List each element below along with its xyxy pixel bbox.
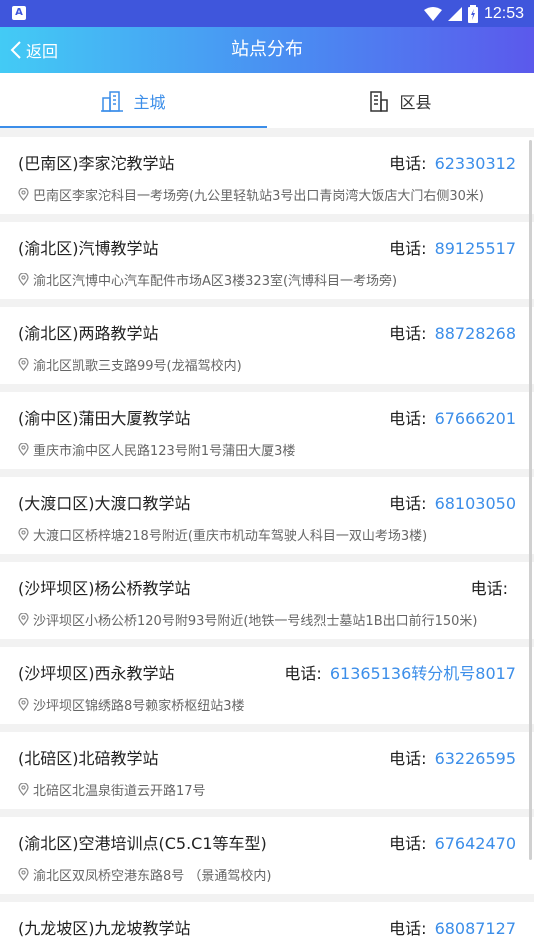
phone-label: 电话:: [284, 664, 322, 683]
station-name: (沙坪坝区)西永教学站: [18, 664, 175, 683]
phone-label: 电话:: [389, 494, 427, 513]
phone-label: 电话:: [389, 919, 427, 938]
page-title: 站点分布: [231, 39, 303, 60]
location-pin-icon: [18, 528, 29, 541]
phone-number[interactable]: 68087127: [435, 919, 516, 938]
station-card[interactable]: (大渡口区)大渡口教学站 电话: 68103050 大渡口区桥梓塘218号附近(重…: [0, 477, 534, 554]
station-address: 渝北区汽博中心汽车配件市场A区3楼323室(汽博科目一考场旁): [18, 270, 397, 289]
phone-number[interactable]: 63226595: [435, 749, 516, 768]
phone-number[interactable]: 62330312: [435, 154, 516, 173]
nav-bar: 返回 站点分布: [0, 27, 534, 73]
phone-label: 电话:: [389, 834, 427, 853]
station-card[interactable]: (九龙坡区)九龙坡教学站 电话: 68087127: [0, 902, 534, 950]
phone-label: 电话:: [470, 579, 508, 598]
location-pin-icon: [18, 698, 29, 711]
station-address: 渝北区双凤桥空港东路8号 （景通驾校内): [18, 865, 271, 884]
address-text: 沙评坝区小杨公桥120号附93号附近(地铁一号线烈士墓站1B出口前行150米): [33, 614, 478, 629]
scrollbar[interactable]: [529, 140, 532, 860]
station-phone[interactable]: 电话: 62330312: [389, 150, 516, 174]
station-phone[interactable]: 电话: 68087127: [389, 915, 516, 939]
phone-number[interactable]: 89125517: [435, 239, 516, 258]
location-pin-icon: [18, 358, 29, 371]
station-name: (沙坪坝区)杨公桥教学站: [18, 579, 191, 598]
location-pin-icon: [18, 273, 29, 286]
station-address: 渝北区凯歌三支路99号(龙福驾校内): [18, 355, 242, 374]
phone-number[interactable]: 88728268: [435, 324, 516, 343]
address-text: 渝北区双凤桥空港东路8号 （景通驾校内): [33, 869, 272, 884]
phone-number[interactable]: 67642470: [435, 834, 516, 853]
back-button[interactable]: 返回: [10, 27, 58, 73]
station-card[interactable]: (北碚区)北碚教学站 电话: 63226595 北碚区北温泉街道云开路17号: [0, 732, 534, 809]
location-pin-icon: [18, 613, 29, 626]
cellular-signal-icon: [447, 6, 462, 21]
wifi-icon: [423, 6, 442, 21]
station-phone[interactable]: 电话: 89125517: [389, 235, 516, 259]
address-text: 沙坪坝区锦绣路8号赖家桥枢纽站3楼: [33, 699, 245, 714]
county-building-icon: [370, 90, 389, 112]
station-phone[interactable]: 电话: 88728268: [389, 320, 516, 344]
back-label: 返回: [26, 42, 59, 61]
address-text: 北碚区北温泉街道云开路17号: [33, 784, 206, 799]
tab-main-city-label: 主城: [133, 92, 166, 112]
address-text: 渝北区汽博中心汽车配件市场A区3楼323室(汽博科目一考场旁): [33, 274, 398, 289]
station-name: (渝中区)蒲田大厦教学站: [18, 409, 191, 428]
station-phone[interactable]: 电话: 68103050: [389, 490, 516, 514]
address-text: 大渡口区桥梓塘218号附近(重庆市机动车驾驶人科目一双山考场3楼): [33, 529, 428, 544]
phone-number[interactable]: 67666201: [435, 409, 516, 428]
address-text: 渝北区凯歌三支路99号(龙福驾校内): [33, 359, 242, 374]
tab-bar: 主城 区县: [0, 73, 534, 128]
clock: 12:53: [483, 4, 524, 22]
address-text: 巴南区李家沱科目一考场旁(九公里轻轨站3号出口青岗湾大饭店大门右侧30米): [33, 189, 484, 204]
station-address: 沙坪坝区锦绣路8号赖家桥枢纽站3楼: [18, 695, 245, 714]
station-phone[interactable]: 电话: 61365136转分机号8017: [284, 660, 516, 684]
city-building-icon: [101, 90, 124, 112]
station-name: (北碚区)北碚教学站: [18, 749, 159, 768]
location-pin-icon: [18, 783, 29, 796]
status-icons: 12:53: [423, 0, 524, 27]
station-card[interactable]: (沙坪坝区)西永教学站 电话: 61365136转分机号8017 沙坪坝区锦绣路8…: [0, 647, 534, 724]
station-name: (渝北区)空港培训点(C5.C1等车型): [18, 834, 267, 853]
station-address: 北碚区北温泉街道云开路17号: [18, 780, 206, 799]
station-name: (巴南区)李家沱教学站: [18, 154, 175, 173]
tab-main-city[interactable]: 主城: [0, 73, 267, 128]
station-address: 巴南区李家沱科目一考场旁(九公里轻轨站3号出口青岗湾大饭店大门右侧30米): [18, 185, 484, 204]
station-card[interactable]: (渝北区)空港培训点(C5.C1等车型) 电话: 67642470 渝北区双凤桥空…: [0, 817, 534, 894]
station-card[interactable]: (渝北区)汽博教学站 电话: 89125517 渝北区汽博中心汽车配件市场A区3楼…: [0, 222, 534, 299]
station-name: (渝北区)汽博教学站: [18, 239, 159, 258]
phone-number[interactable]: 61365136转分机号8017: [330, 664, 516, 683]
station-phone[interactable]: 电话: 67666201: [389, 405, 516, 429]
address-text: 重庆市渝中区人民路123号附1号蒲田大厦3楼: [33, 444, 296, 459]
station-address: 沙评坝区小杨公桥120号附93号附近(地铁一号线烈士墓站1B出口前行150米): [18, 610, 478, 629]
chevron-left-icon: [10, 41, 21, 59]
tab-county-label: 区县: [399, 92, 432, 112]
location-pin-icon: [18, 868, 29, 881]
station-card[interactable]: (渝中区)蒲田大厦教学站 电话: 67666201 重庆市渝中区人民路123号附1…: [0, 392, 534, 469]
phone-label: 电话:: [389, 749, 427, 768]
phone-label: 电话:: [389, 239, 427, 258]
station-address: 大渡口区桥梓塘218号附近(重庆市机动车驾驶人科目一双山考场3楼): [18, 525, 427, 544]
station-name: (九龙坡区)九龙坡教学站: [18, 919, 191, 938]
station-name: (大渡口区)大渡口教学站: [18, 494, 191, 513]
station-address: 重庆市渝中区人民路123号附1号蒲田大厦3楼: [18, 440, 295, 459]
tab-county[interactable]: 区县: [267, 73, 534, 128]
station-name: (渝北区)两路教学站: [18, 324, 159, 343]
location-pin-icon: [18, 443, 29, 456]
station-card[interactable]: (巴南区)李家沱教学站 电话: 62330312 巴南区李家沱科目一考场旁(九公里…: [0, 137, 534, 214]
status-bar: A 12:53: [0, 0, 534, 27]
phone-label: 电话:: [389, 324, 427, 343]
battery-charging-icon: [467, 4, 478, 23]
station-card[interactable]: (渝北区)两路教学站 电话: 88728268 渝北区凯歌三支路99号(龙福驾校内…: [0, 307, 534, 384]
phone-number[interactable]: 68103050: [435, 494, 516, 513]
station-phone[interactable]: 电话: 63226595: [389, 745, 516, 769]
station-card[interactable]: (沙坪坝区)杨公桥教学站 电话: 沙评坝区小杨公桥120号附93号附近(地铁一号…: [0, 562, 534, 639]
station-phone[interactable]: 电话: 67642470: [389, 830, 516, 854]
station-list[interactable]: (巴南区)李家沱教学站 电话: 62330312 巴南区李家沱科目一考场旁(九公里…: [0, 137, 534, 950]
phone-label: 电话:: [389, 154, 427, 173]
app-notification-icon: A: [12, 6, 26, 20]
phone-label: 电话:: [389, 409, 427, 428]
station-phone[interactable]: 电话:: [471, 575, 516, 599]
location-pin-icon: [18, 188, 29, 201]
